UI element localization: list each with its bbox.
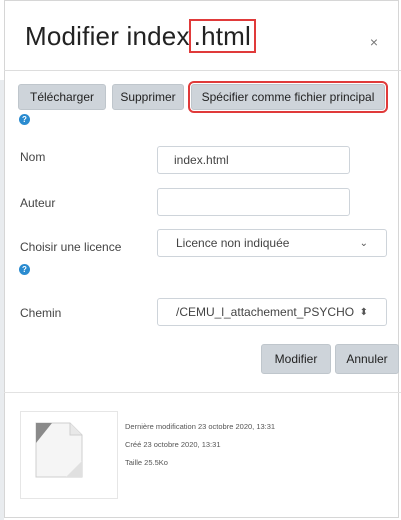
- last-modified-text: Dernière modification 23 octobre 2020, 1…: [125, 422, 276, 431]
- help-icon[interactable]: ?: [19, 264, 30, 275]
- modify-button[interactable]: Modifier: [261, 344, 331, 374]
- dialog-title-highlight: .html: [188, 19, 256, 53]
- path-select[interactable]: /CEMU_l_attachement_PSYCHO (Wel ⬍: [157, 298, 387, 326]
- delete-button[interactable]: Supprimer: [112, 84, 184, 110]
- path-label: Chemin: [20, 306, 62, 320]
- license-label: Choisir une licence: [20, 240, 122, 254]
- footer-divider: [4, 392, 401, 393]
- close-icon[interactable]: ×: [370, 34, 378, 50]
- cancel-button[interactable]: Annuler: [335, 344, 399, 374]
- updown-arrows-icon: ⬍: [359, 306, 368, 318]
- size-text: Taille 25.5Ko: [125, 458, 168, 467]
- name-field[interactable]: index.html: [157, 146, 350, 174]
- dialog-title: Modifier index .html: [25, 19, 256, 53]
- license-select-value: Licence non indiquée: [176, 236, 290, 250]
- created-text: Créé 23 octobre 2020, 13:31: [125, 440, 221, 449]
- author-label: Auteur: [20, 196, 56, 210]
- help-icon[interactable]: ?: [19, 114, 30, 125]
- file-icon: [35, 422, 83, 478]
- chevron-down-icon: ⌄: [359, 237, 368, 249]
- file-thumbnail: [20, 411, 118, 499]
- header-divider: [4, 70, 401, 71]
- name-label: Nom: [20, 150, 46, 164]
- license-select[interactable]: Licence non indiquée ⌄: [157, 229, 387, 257]
- download-button[interactable]: Télécharger: [18, 84, 106, 110]
- set-main-file-button[interactable]: Spécifier comme fichier principal: [188, 81, 388, 113]
- dialog-title-prefix: Modifier index: [25, 21, 190, 51]
- author-field[interactable]: [157, 188, 350, 216]
- path-select-value: /CEMU_l_attachement_PSYCHO (Wel: [176, 305, 354, 319]
